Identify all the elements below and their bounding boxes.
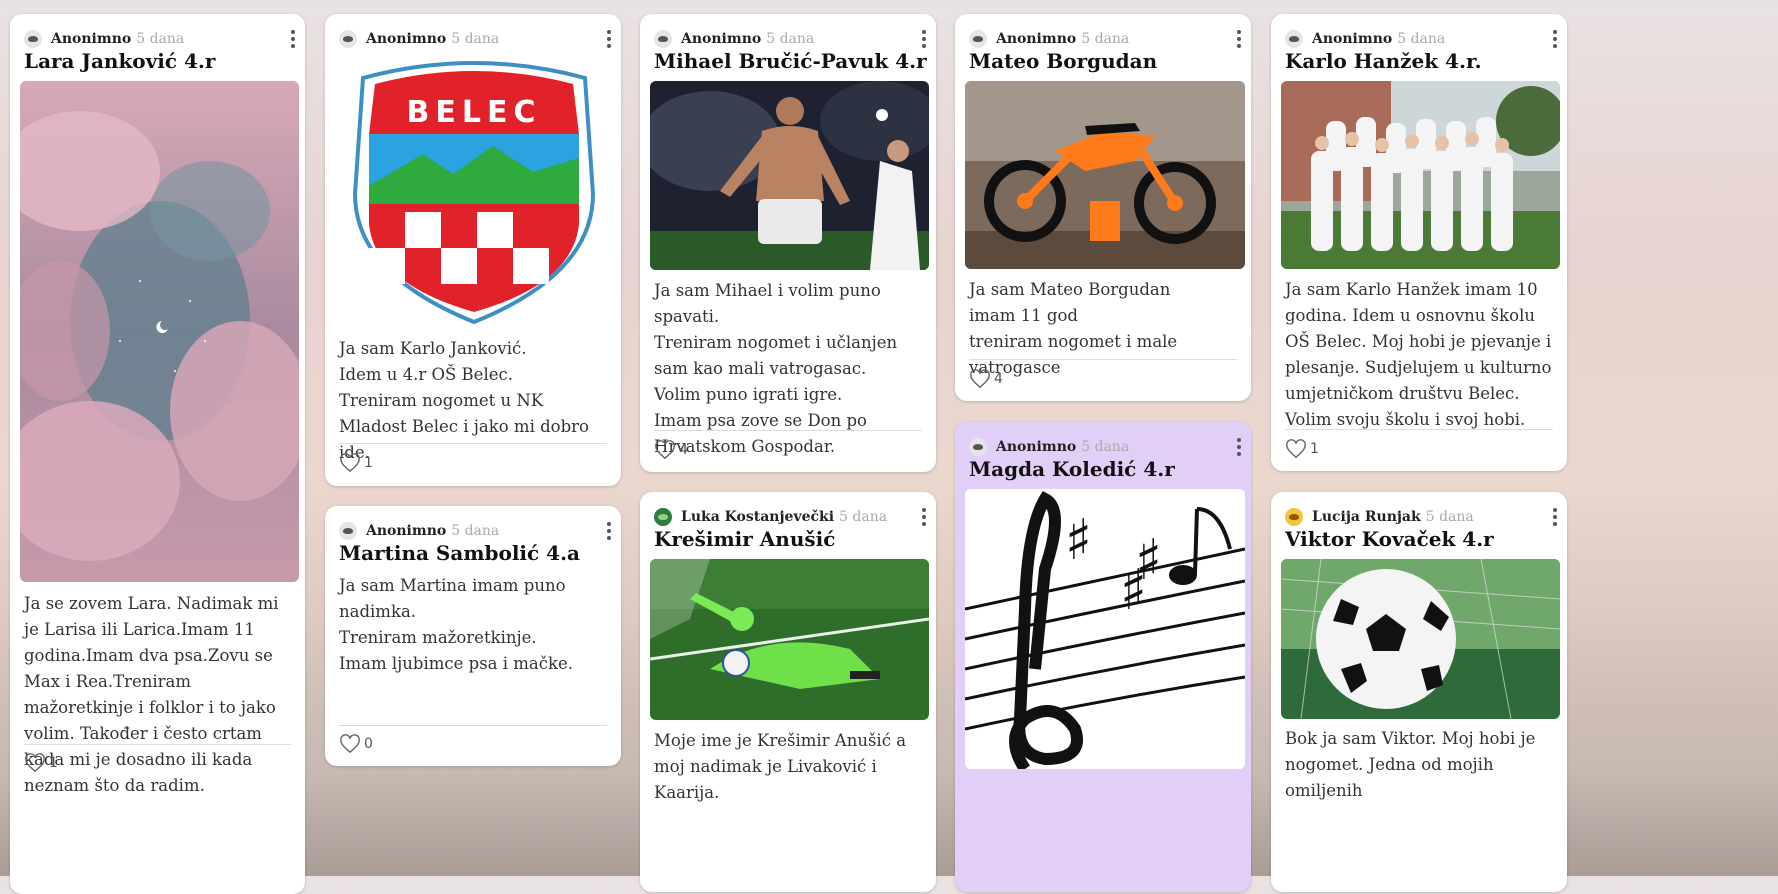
post-author: Lucija Runjak	[1312, 509, 1421, 525]
post-time: 5 dana	[766, 31, 815, 47]
post-card[interactable]: Anonimno 5 dana Mihael Bručić-Pavuk 4.r …	[640, 14, 936, 472]
post-body: Ja sam Karlo Janković. Idem u 4.r OŠ Bel…	[339, 339, 589, 462]
like-count: 1	[364, 455, 373, 471]
heart-icon	[1286, 439, 1306, 459]
post-header: Anonimno 5 dana	[1285, 28, 1557, 50]
post-time: 5 dana	[1081, 439, 1130, 455]
avatar	[969, 438, 987, 456]
post-header: Anonimno 5 dana	[24, 28, 295, 50]
music-notes-image[interactable]: ♯ ♯ ♯	[965, 489, 1245, 769]
post-card[interactable]: Anonimno 5 dana Karlo Hanžek 4.r. Ja sam…	[1271, 14, 1567, 471]
post-header: Lucija Runjak 5 dana	[1285, 506, 1557, 528]
post-body: Ja sam Martina imam puno nadimka. Trenir…	[339, 576, 574, 673]
post-card[interactable]: Lucija Runjak 5 dana Viktor Kovaček 4.r …	[1271, 492, 1567, 892]
post-author: Anonimno	[1312, 31, 1393, 47]
avatar	[654, 508, 672, 526]
heart-icon	[655, 440, 675, 460]
post-body: Moje ime je Krešimir Anušić a moj nadima…	[654, 731, 907, 802]
svg-text:♯: ♯	[1135, 528, 1162, 593]
like-button[interactable]: 4	[969, 369, 1003, 389]
like-button[interactable]: 4	[654, 440, 688, 460]
post-header: Luka Kostanjevečki 5 dana	[654, 506, 926, 528]
like-button[interactable]: 1	[24, 753, 58, 773]
motocross-bike-image[interactable]	[965, 81, 1245, 269]
more-options-icon[interactable]	[1237, 438, 1241, 456]
more-options-icon[interactable]	[1553, 508, 1557, 526]
more-options-icon[interactable]	[922, 508, 926, 526]
heart-icon	[25, 753, 45, 773]
post-author: Anonimno	[51, 31, 132, 47]
avatar	[339, 522, 357, 540]
like-count: 1	[49, 755, 58, 771]
avatar	[1285, 508, 1303, 526]
avatar	[24, 30, 42, 48]
more-options-icon[interactable]	[607, 522, 611, 540]
post-body: Ja se zovem Lara. Nadimak mi je Larisa i…	[24, 594, 279, 795]
more-options-icon[interactable]	[1237, 30, 1241, 48]
post-title: Mateo Borgudan	[969, 49, 1158, 73]
more-options-icon[interactable]	[291, 30, 295, 48]
post-title: Mihael Bručić-Pavuk 4.r	[654, 49, 927, 73]
post-header: Anonimno 5 dana	[969, 436, 1241, 458]
post-header: Anonimno 5 dana	[654, 28, 926, 50]
crest-text: BELEC	[407, 95, 542, 130]
post-body: Ja sam Mateo Borgudan imam 11 god trenir…	[969, 280, 1178, 377]
post-title: Krešimir Anušić	[654, 527, 836, 551]
post-author: Anonimno	[681, 31, 762, 47]
post-card[interactable]: Luka Kostanjevečki 5 dana Krešimir Anuši…	[640, 492, 936, 892]
post-title: Martina Sambolić 4.a	[339, 541, 580, 565]
post-title: Magda Koledić 4.r	[969, 457, 1175, 481]
post-header: Anonimno 5 dana	[969, 28, 1241, 50]
children-choir-image[interactable]	[1281, 81, 1560, 269]
avatar	[1285, 30, 1303, 48]
like-button[interactable]: 0	[339, 734, 373, 754]
post-time: 5 dana	[136, 31, 185, 47]
like-button[interactable]: 1	[339, 453, 373, 473]
heart-icon	[970, 369, 990, 389]
post-time: 5 dana	[839, 509, 888, 525]
post-author: Anonimno	[996, 439, 1077, 455]
post-title: Lara Janković 4.r	[24, 49, 216, 73]
post-time: 5 dana	[1425, 509, 1474, 525]
like-button[interactable]: 1	[1285, 439, 1319, 459]
soccer-ball-image[interactable]	[1281, 559, 1560, 719]
like-count: 0	[364, 736, 373, 752]
more-options-icon[interactable]	[922, 30, 926, 48]
post-time: 5 dana	[451, 31, 500, 47]
like-count: 4	[679, 442, 688, 458]
post-time: 5 dana	[451, 523, 500, 539]
heart-icon	[340, 734, 360, 754]
post-card[interactable]: Anonimno 5 dana BELEC Ja sam Karlo Janko…	[325, 14, 621, 486]
post-card[interactable]: Anonimno 5 dana Magda Koledić 4.r ♯ ♯ ♯	[955, 422, 1251, 892]
post-body: Ja sam Karlo Hanžek imam 10 godina. Idem…	[1285, 280, 1552, 429]
post-time: 5 dana	[1397, 31, 1446, 47]
post-card[interactable]: Anonimno 5 dana Martina Sambolić 4.a Ja …	[325, 506, 621, 766]
post-body: Ja sam Mihael i volim puno spavati. Tren…	[654, 281, 898, 456]
post-author: Anonimno	[366, 31, 447, 47]
like-count: 4	[994, 371, 1003, 387]
avatar	[339, 30, 357, 48]
post-body: Bok ja sam Viktor. Moj hobi je nogomet. …	[1285, 729, 1536, 800]
post-author: Anonimno	[366, 523, 447, 539]
goalkeeper-image[interactable]	[650, 559, 929, 720]
post-card[interactable]: Anonimno 5 dana Lara Janković 4.r Ja se …	[10, 14, 305, 894]
post-header: Anonimno 5 dana	[339, 520, 611, 542]
like-count: 1	[1310, 441, 1319, 457]
post-time: 5 dana	[1081, 31, 1130, 47]
belec-crest-image[interactable]: BELEC	[343, 54, 605, 330]
svg-text:♯: ♯	[1065, 508, 1092, 573]
more-options-icon[interactable]	[1553, 30, 1557, 48]
post-card[interactable]: Anonimno 5 dana Mateo Borgudan Ja sam Ma…	[955, 14, 1251, 401]
pink-clouds-image[interactable]	[20, 81, 299, 582]
football-player-image[interactable]	[650, 81, 929, 270]
post-title: Viktor Kovaček 4.r	[1285, 527, 1494, 551]
heart-icon	[340, 453, 360, 473]
more-options-icon[interactable]	[607, 30, 611, 48]
post-author: Anonimno	[996, 31, 1077, 47]
post-header: Anonimno 5 dana	[339, 28, 611, 50]
post-author: Luka Kostanjevečki	[681, 509, 835, 525]
post-title: Karlo Hanžek 4.r.	[1285, 49, 1482, 73]
avatar	[969, 30, 987, 48]
avatar	[654, 30, 672, 48]
